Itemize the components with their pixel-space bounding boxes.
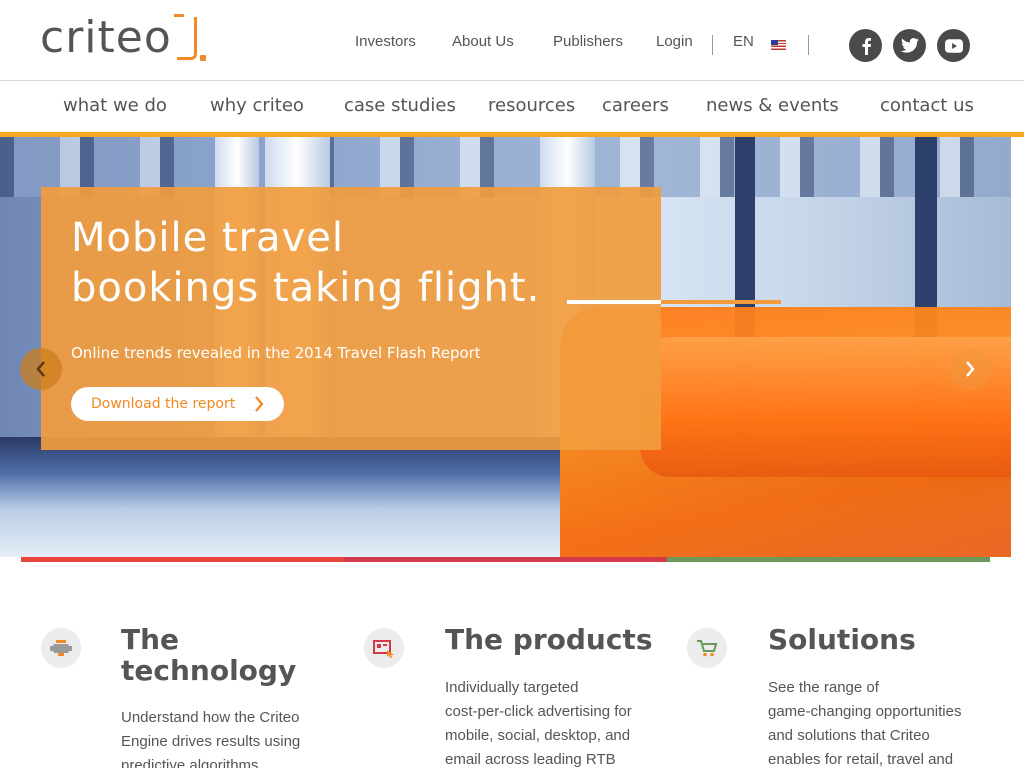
feature-products-title[interactable]: The products (445, 624, 652, 655)
ad-products-icon (364, 628, 404, 668)
publishers-link[interactable]: Publishers (553, 33, 623, 50)
nav-contact-us[interactable]: contact us (880, 95, 974, 116)
logo-wordmark: criteo (40, 12, 172, 63)
feature-products-text: Individually targeted cost-per-click adv… (445, 679, 632, 768)
about-us-link[interactable]: About Us (452, 33, 514, 50)
top-bar: criteo Investors About Us Publishers Log… (0, 0, 1024, 81)
feature-technology-title[interactable]: The technology (121, 624, 296, 686)
hero-subtitle: Online trends revealed in the 2014 Trave… (71, 344, 481, 362)
section-color-strip (344, 557, 667, 562)
hero-title: Mobile travel bookings taking flight. (71, 215, 541, 311)
nav-case-studies[interactable]: case studies (344, 95, 456, 116)
chevron-right-icon (255, 396, 264, 412)
carousel-prev-button[interactable] (20, 348, 62, 390)
nav-news-events[interactable]: news & events (706, 95, 839, 116)
main-navigation: what we do why criteo case studies resou… (0, 82, 1024, 132)
download-report-label: Download the report (91, 396, 236, 412)
section-color-strip (21, 557, 344, 562)
criteo-logo[interactable]: criteo (40, 12, 210, 66)
facebook-icon[interactable] (849, 29, 882, 62)
chevron-right-icon (966, 361, 975, 377)
nav-careers[interactable]: careers (602, 95, 669, 116)
us-flag-icon[interactable] (771, 40, 786, 50)
hero-carousel: Mobile travel bookings taking flight. On… (0, 137, 1011, 557)
divider (712, 35, 713, 55)
feature-technology-text: Understand how the Criteo Engine drives … (121, 709, 301, 768)
hero-accent-line (661, 300, 781, 304)
engine-icon (41, 628, 81, 668)
youtube-icon[interactable] (937, 29, 970, 62)
login-link[interactable]: Login (656, 33, 693, 50)
twitter-icon[interactable] (893, 29, 926, 62)
logo-dot (200, 55, 206, 61)
investors-link[interactable]: Investors (355, 33, 416, 50)
language-selector[interactable]: EN (733, 33, 754, 50)
download-report-button[interactable]: Download the report (71, 387, 284, 421)
nav-why-criteo[interactable]: why criteo (210, 95, 304, 116)
nav-resources[interactable]: resources (488, 95, 575, 116)
divider (808, 35, 809, 55)
hero-accent-line (567, 300, 661, 304)
hero-caption-panel: Mobile travel bookings taking flight. On… (41, 187, 661, 450)
nav-what-we-do[interactable]: what we do (63, 95, 167, 116)
carousel-next-button[interactable] (949, 348, 991, 390)
section-color-strip (667, 557, 990, 562)
logo-bracket-mark (174, 14, 197, 60)
shopping-cart-icon (687, 628, 727, 668)
chevron-left-icon (36, 361, 45, 377)
feature-solutions-title[interactable]: Solutions (768, 624, 916, 655)
feature-solutions-text: See the range of game-changing opportuni… (768, 679, 962, 768)
